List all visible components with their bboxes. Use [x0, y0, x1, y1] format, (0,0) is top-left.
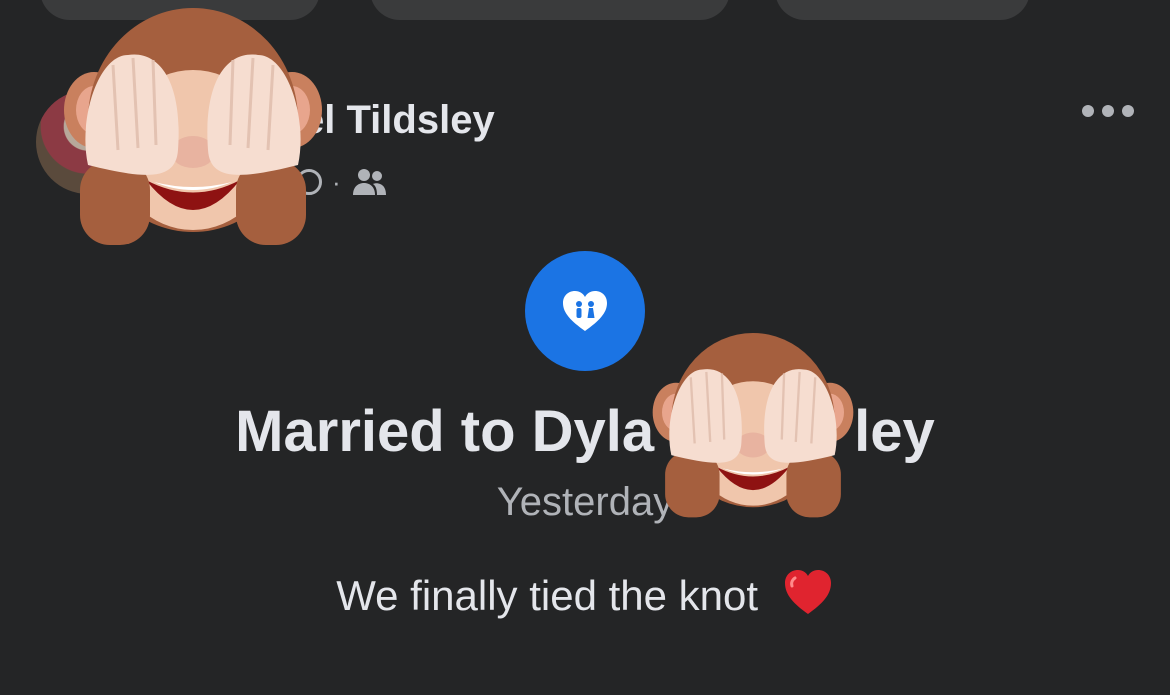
life-event-icon [525, 251, 645, 371]
see-no-evil-monkey-icon [652, 333, 854, 518]
more-dot [1122, 105, 1134, 117]
see-no-evil-monkey-icon [64, 8, 322, 245]
more-dot [1102, 105, 1114, 117]
more-dot [1082, 105, 1094, 117]
life-event-title-start: Married to Dyla [235, 399, 655, 464]
meta-separator: · [332, 167, 341, 197]
life-event-date: Yesterday [496, 480, 674, 524]
life-event-title-end: ley [854, 399, 935, 464]
top-action-pill[interactable] [370, 0, 730, 20]
red-heart-icon [784, 570, 831, 614]
author-name[interactable]: el Tildsley [302, 98, 495, 143]
post-text-body: We finally tied the knot [336, 572, 759, 619]
more-options-button[interactable] [1082, 96, 1134, 126]
heart-couple-icon [563, 291, 607, 331]
life-event-title: Married to Dyla ley [0, 398, 1170, 465]
post-text: We finally tied the knot [0, 568, 1170, 620]
top-action-pill[interactable] [775, 0, 1030, 20]
friends-icon[interactable] [351, 167, 387, 197]
